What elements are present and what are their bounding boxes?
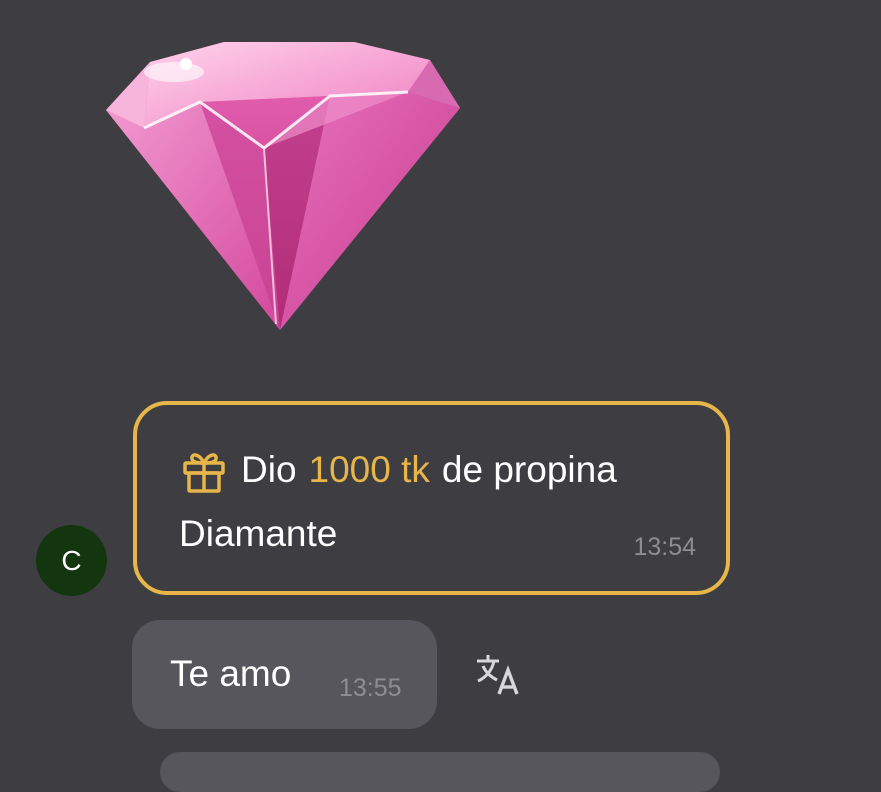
message-timestamp: 13:54 (633, 533, 696, 561)
tip-amount: 1000 tk (308, 449, 430, 490)
tip-prefix-text: Dio (241, 449, 297, 490)
message-timestamp: 13:55 (339, 674, 402, 702)
gift-icon (179, 445, 229, 495)
translate-icon[interactable] (475, 652, 521, 696)
diamond-image (106, 42, 460, 330)
message-text: Te amo (170, 653, 292, 694)
gift-tip-line: Dio 1000 tk de propina (179, 445, 617, 495)
text-message[interactable]: Te amo 13:55 (132, 620, 437, 729)
gift-tip-message[interactable]: Dio 1000 tk de propina Diamante 13:54 (133, 401, 730, 595)
sender-avatar[interactable]: C (36, 525, 107, 596)
gift-name: Diamante (179, 513, 338, 554)
tip-suffix-text: de propina (441, 449, 617, 490)
next-message-bubble[interactable] (160, 752, 720, 792)
gift-sticker (104, 38, 464, 334)
